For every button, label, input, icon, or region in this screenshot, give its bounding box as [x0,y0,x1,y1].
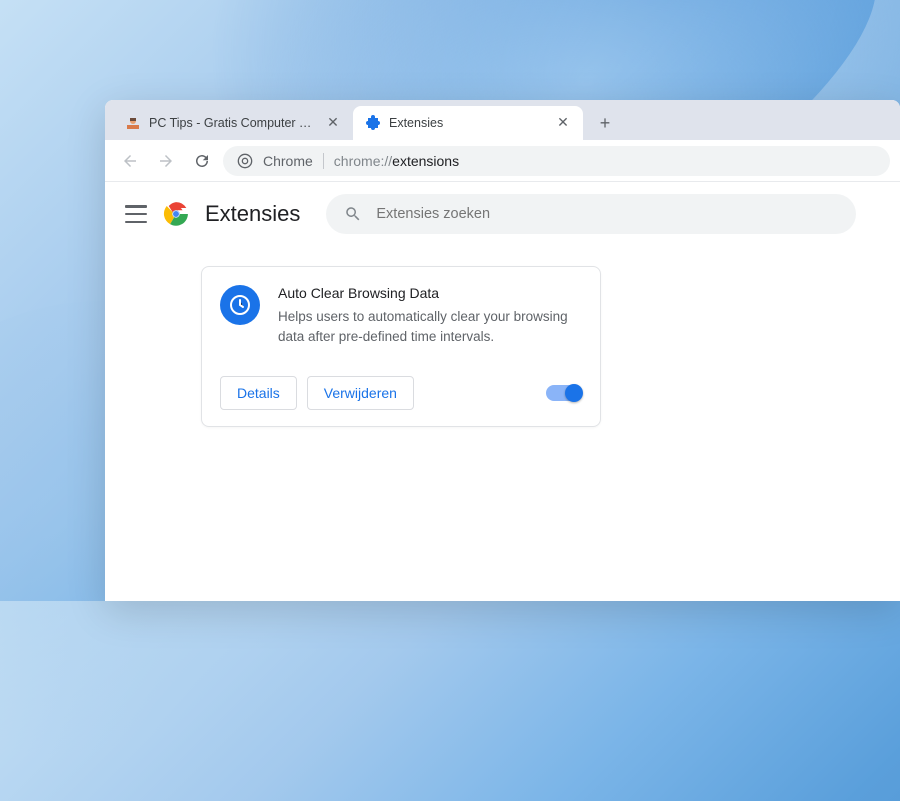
menu-icon[interactable] [125,205,147,223]
enable-toggle[interactable] [546,385,582,401]
page-content: Extensies Auto Clear Browsing Data Helps… [105,182,900,601]
tab-strip: PC Tips - Gratis Computer Tips, i… ✕ Ext… [105,100,900,140]
omnibox-prefix: Chrome [263,153,313,169]
details-button[interactable]: Details [220,376,297,410]
page-title: Extensies [205,201,300,227]
back-button[interactable] [115,146,145,176]
browser-window: PC Tips - Gratis Computer Tips, i… ✕ Ext… [105,100,900,601]
omnibox-url: chrome://extensions [334,153,459,169]
remove-button[interactable]: Verwijderen [307,376,414,410]
close-icon[interactable]: ✕ [325,115,341,131]
reload-button[interactable] [187,146,217,176]
chrome-icon [237,153,253,169]
tab-title: Extensies [389,116,547,130]
toggle-knob [565,384,583,402]
clock-icon [220,285,260,325]
search-input[interactable] [376,206,838,222]
extension-icon [365,115,381,131]
tab-title: PC Tips - Gratis Computer Tips, i… [149,116,317,130]
extension-name: Auto Clear Browsing Data [278,285,582,301]
forward-button[interactable] [151,146,181,176]
browser-tab-active[interactable]: Extensies ✕ [353,106,583,140]
browser-tab-inactive[interactable]: PC Tips - Gratis Computer Tips, i… ✕ [113,106,353,140]
search-box[interactable] [326,194,856,234]
extensions-header: Extensies [105,182,900,246]
extensions-grid: Auto Clear Browsing Data Helps users to … [105,246,900,427]
address-bar[interactable]: Chrome chrome://extensions [223,146,890,176]
extension-description: Helps users to automatically clear your … [278,307,582,348]
chrome-logo-icon [163,201,189,227]
close-icon[interactable]: ✕ [555,115,571,131]
separator [323,153,324,169]
extension-card: Auto Clear Browsing Data Helps users to … [201,266,601,427]
search-icon [344,205,362,223]
favicon-pctips [125,115,141,131]
new-tab-button[interactable]: + [591,109,619,137]
browser-toolbar: Chrome chrome://extensions [105,140,900,182]
